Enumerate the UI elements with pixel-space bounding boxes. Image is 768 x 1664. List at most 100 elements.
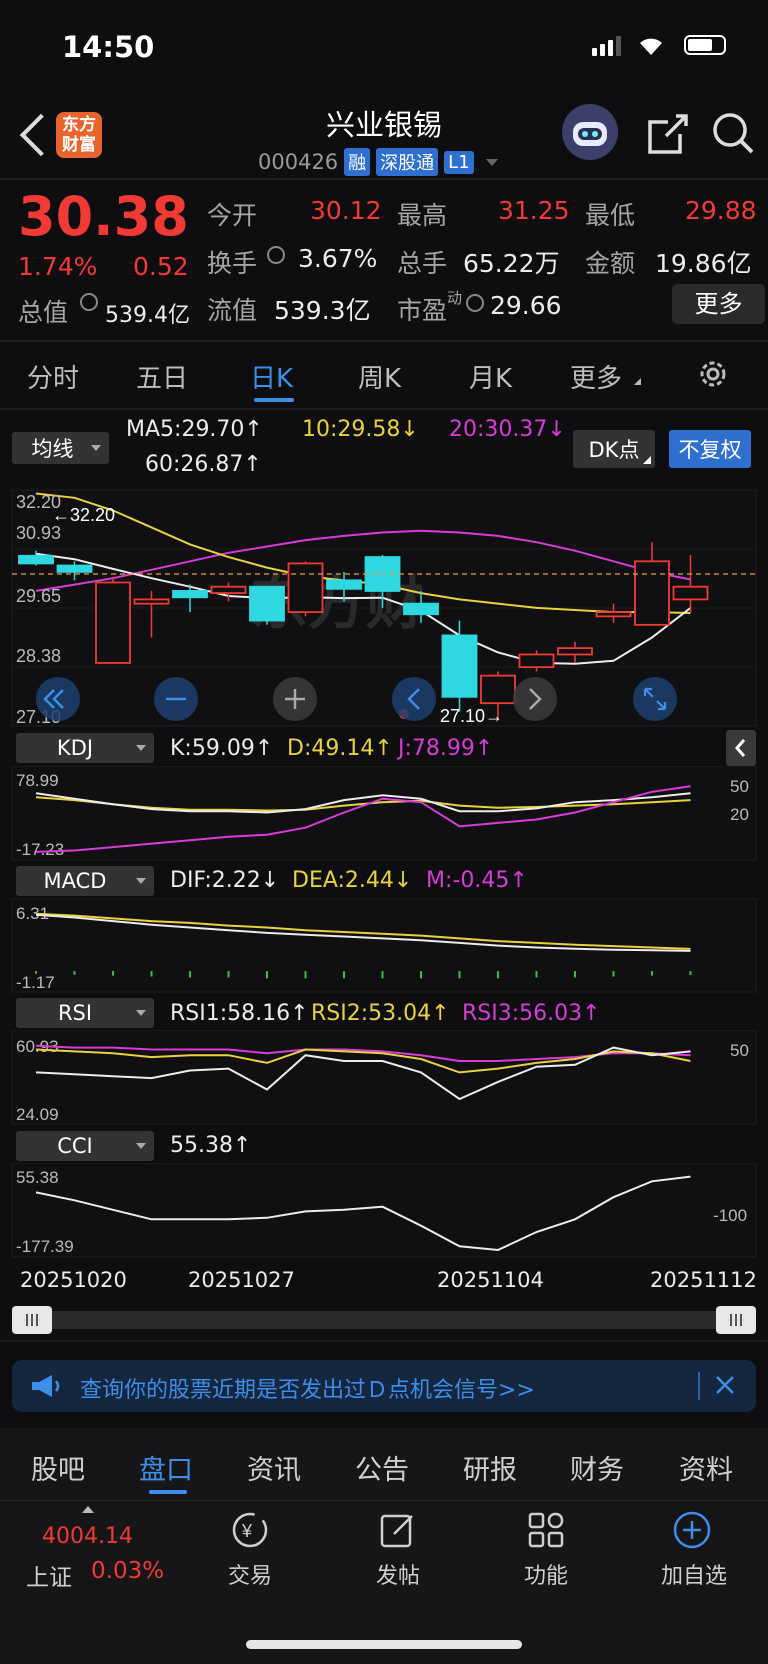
high-label: 最高: [397, 201, 448, 230]
candle-body: [133, 598, 170, 605]
tab-monthly-k[interactable]: 月K: [469, 358, 512, 395]
scroll-left-fast-button[interactable]: [36, 677, 80, 721]
volume-label: 总手: [397, 249, 448, 278]
promo-banner[interactable]: 查询你的股票近期是否发出过Ｄ点机会信号>>: [12, 1360, 756, 1412]
high-value: 31.25: [498, 196, 570, 225]
kdj-chart[interactable]: 78.99 -17.23 50 20: [0, 766, 768, 862]
scroll-left-button[interactable]: [392, 677, 436, 721]
rsi1-value: RSI1:58.16↑: [170, 1001, 309, 1026]
svg-text:¥: ¥: [241, 1521, 253, 1541]
nav-post[interactable]: 发帖: [343, 1558, 453, 1590]
close-icon[interactable]: [712, 1372, 738, 1402]
low-mark-label: 27.10→: [440, 706, 503, 726]
candle-body: [672, 585, 709, 601]
zoom-out-button[interactable]: [154, 677, 198, 721]
nav-function[interactable]: 功能: [491, 1558, 601, 1590]
pe-value: 29.66: [490, 291, 562, 320]
info-icon[interactable]: [466, 294, 484, 312]
tab-finance[interactable]: 财务: [570, 1448, 624, 1487]
tab-profile[interactable]: 资料: [679, 1448, 733, 1487]
scroll-right-button[interactable]: [513, 677, 557, 721]
tab-five-day[interactable]: 五日: [136, 358, 188, 395]
status-time: 14:50: [62, 30, 155, 64]
total-value-label: 总值: [18, 298, 69, 327]
tab-weekly-k[interactable]: 周K: [358, 358, 401, 395]
index-name[interactable]: 上证: [26, 1558, 72, 1592]
tab-forum[interactable]: 股吧: [31, 1448, 85, 1487]
kdj-axis-bottom: -17.23: [16, 840, 64, 859]
macd-select[interactable]: MACD: [16, 866, 154, 896]
ma20-value: 20:30.37↓: [449, 417, 566, 442]
chevron-down-icon: [485, 158, 498, 166]
cci-chart[interactable]: 55.38 -177.39 -100: [0, 1163, 768, 1259]
macd-dea-value: DEA:2.44↓: [292, 868, 413, 893]
tabs-divider: [0, 408, 768, 410]
home-indicator: [246, 1640, 522, 1649]
tab-announcement[interactable]: 公告: [355, 1448, 409, 1487]
kdj-j-value: J:78.99↑: [398, 736, 494, 761]
range-slider-right-handle[interactable]: [716, 1306, 756, 1334]
ma-select[interactable]: 均线: [12, 432, 109, 464]
margin-tag: 融: [344, 148, 371, 176]
kline-chart[interactable]: 东方财 32.20 30.93 29.65 28.38 27.10 ←32.20…: [0, 488, 768, 728]
function-grid-icon[interactable]: [526, 1510, 566, 1554]
active-tab-indicator: [254, 398, 294, 402]
share-icon[interactable]: [646, 112, 690, 160]
cci-select[interactable]: CCI: [16, 1131, 154, 1161]
tab-research[interactable]: 研报: [463, 1448, 517, 1487]
robot-assistant-icon[interactable]: [562, 104, 618, 160]
candle-body: [172, 590, 208, 599]
settings-gear-icon[interactable]: [696, 357, 730, 395]
date-label: 20251020: [20, 1268, 127, 1292]
macd-m-value: M:-0.45↑: [426, 868, 528, 893]
rsi-chart[interactable]: 60.93 24.09 50: [0, 1030, 768, 1126]
post-icon[interactable]: [378, 1510, 418, 1554]
tab-more[interactable]: 更多: [570, 358, 622, 395]
info-icon[interactable]: [80, 293, 98, 311]
tab-daily-k[interactable]: 日K: [250, 358, 293, 395]
amount-label: 金额: [585, 249, 636, 278]
more-button[interactable]: 更多: [672, 284, 765, 324]
tab-intraday[interactable]: 分时: [27, 358, 79, 395]
candle-body: [56, 564, 93, 573]
kdj-select-label: KDJ: [56, 736, 94, 760]
cci-axis-top: 55.38: [16, 1168, 59, 1187]
candle-body: [480, 674, 516, 705]
kdj-select[interactable]: KDJ: [16, 733, 154, 763]
rsi-ref-50: 50: [730, 1041, 749, 1060]
rsi-select[interactable]: RSI: [16, 998, 154, 1028]
range-slider-left-handle[interactable]: [12, 1306, 52, 1334]
nav-trade[interactable]: 交易: [195, 1558, 305, 1590]
banner-text[interactable]: 查询你的股票近期是否发出过Ｄ点机会信号>>: [80, 1372, 535, 1404]
fullscreen-button[interactable]: [633, 677, 677, 721]
macd-axis-bottom: -1.17: [16, 973, 55, 992]
no-adjust-button[interactable]: 不复权: [669, 430, 751, 468]
add-circle-icon[interactable]: [672, 1510, 712, 1554]
cci-axis-bottom: -177.39: [16, 1237, 74, 1256]
turnover-value: 3.67%: [298, 244, 378, 273]
amount-value: 19.86亿: [655, 249, 752, 278]
tab-market[interactable]: 盘口: [139, 1448, 193, 1487]
nav-add-watchlist[interactable]: 加自选: [639, 1558, 749, 1590]
zoom-in-button[interactable]: [273, 677, 317, 721]
tab-news[interactable]: 资讯: [247, 1448, 301, 1487]
index-value[interactable]: 4004.14: [42, 1524, 133, 1549]
dk-point-button[interactable]: DK点: [573, 430, 655, 468]
stock-code-line[interactable]: 000426 融 深股通 L1: [258, 148, 498, 176]
macd-chart[interactable]: 6.31 -1.17: [0, 898, 768, 994]
megaphone-icon: [30, 1373, 62, 1403]
kdj-ref-20: 20: [730, 805, 749, 824]
candle-body: [326, 579, 362, 590]
index-pct[interactable]: 0.03%: [91, 1558, 164, 1584]
info-icon[interactable]: [267, 246, 285, 264]
search-icon[interactable]: [710, 110, 756, 160]
candle-body: [95, 581, 131, 664]
candle-body: [403, 602, 439, 616]
range-slider-track[interactable]: [12, 1311, 756, 1329]
rsi-axis-bottom: 24.09: [16, 1105, 59, 1124]
battery-icon: [684, 35, 726, 55]
rsi3-value: RSI3:56.03↑: [462, 1001, 601, 1026]
change-pct: 1.74%: [18, 252, 98, 281]
trade-icon[interactable]: ¥: [228, 1510, 272, 1554]
collapse-panel-button[interactable]: [726, 730, 756, 766]
